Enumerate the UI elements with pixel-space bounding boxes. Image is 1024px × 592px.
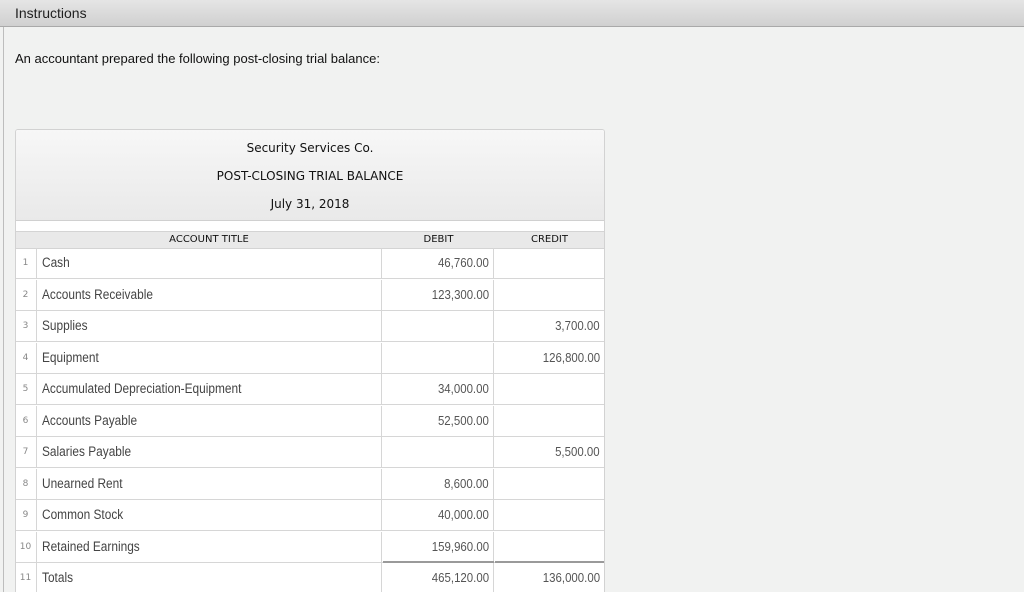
account-title-cell: Salaries Payable — [36, 437, 382, 467]
debit-cell[interactable]: 46,760.00 — [383, 248, 494, 278]
account-title-text: Accounts Receivable — [42, 286, 153, 302]
table-row: 5 Accumulated Depreciation-Equipment 34,00… — [16, 374, 604, 405]
debit-amount: 159,960.00 — [431, 538, 489, 554]
debit-amount: 465,120.00 — [431, 570, 489, 585]
debit-amount: 46,760.00 — [438, 255, 489, 270]
account-title-text: Totals — [42, 570, 74, 585]
credit-amount: 136,000.00 — [542, 570, 600, 585]
report-heading: Security Services Co. POST-CLOSING TRIAL… — [16, 130, 604, 221]
account-title-text: Equipment — [42, 349, 99, 365]
row-number: 8 — [22, 478, 29, 489]
account-title-text: Retained Earnings — [42, 538, 140, 554]
table-row: 9 Common Stock 40,000.00 — [16, 500, 604, 531]
row-number: 1 — [22, 258, 29, 268]
account-title-cell: Cash — [36, 248, 382, 278]
column-headers: ACCOUNT TITLE DEBIT CREDIT — [16, 231, 604, 249]
row-number: 9 — [22, 510, 29, 520]
debit-total-rule — [383, 561, 494, 563]
row-number: 11 — [19, 573, 32, 583]
col-account-title: ACCOUNT TITLE — [169, 234, 249, 245]
account-title-cell: Accounts Payable — [36, 405, 382, 436]
table-row: 3 Supplies 3,700.00 — [16, 311, 604, 342]
row-number: 3 — [22, 321, 29, 331]
credit-total-rule — [495, 561, 604, 563]
debit-cell[interactable] — [383, 342, 494, 373]
table-row: 7 Salaries Payable 5,500.00 — [16, 437, 604, 468]
account-title-cell: Accumulated Depreciation-Equipment — [36, 374, 382, 404]
account-title-text: Accounts Payable — [42, 412, 138, 428]
debit-cell[interactable]: 40,000.00 — [383, 500, 494, 530]
credit-cell[interactable] — [495, 469, 604, 499]
table-row: 4 Equipment 126,800.00 — [16, 342, 604, 374]
debit-cell[interactable] — [383, 311, 494, 341]
table-row: 1 Cash 46,760.00 — [16, 248, 604, 279]
debit-cell[interactable]: 52,500.00 — [383, 405, 494, 436]
account-title-cell: Totals — [36, 563, 382, 592]
panel-left-border — [3, 27, 4, 592]
account-title-cell: Supplies — [36, 311, 382, 341]
account-title-cell: Retained Earnings — [36, 531, 382, 562]
debit-amount: 52,500.00 — [438, 412, 489, 428]
credit-cell[interactable]: 5,500.00 — [495, 437, 604, 467]
row-number: 5 — [22, 384, 29, 394]
table-row: 8 Unearned Rent 8,600.00 — [16, 468, 604, 500]
debit-amount: 8,600.00 — [444, 475, 489, 491]
debit-cell[interactable]: 159,960.00 — [383, 531, 494, 562]
debit-cell[interactable]: 465,120.00 — [383, 563, 494, 592]
account-title-text: Salaries Payable — [42, 444, 132, 459]
col-credit: CREDIT — [530, 234, 568, 245]
table-row: 6 Accounts Payable 52,500.00 — [16, 405, 604, 437]
account-title-text: Supplies — [42, 318, 88, 333]
table-row: 10 Retained Earnings 159,960.00 — [16, 531, 604, 563]
row-number: 4 — [22, 352, 29, 363]
credit-amount: 5,500.00 — [555, 444, 600, 459]
debit-amount: 34,000.00 — [438, 381, 489, 396]
instructions-text: An accountant prepared the following pos… — [15, 51, 380, 66]
credit-cell[interactable] — [495, 374, 604, 404]
account-title-text: Common Stock — [42, 507, 124, 522]
debit-cell[interactable]: 34,000.00 — [383, 374, 494, 404]
credit-amount: 126,800.00 — [542, 349, 600, 365]
credit-cell[interactable] — [495, 500, 604, 530]
account-title-text: Unearned Rent — [42, 475, 123, 491]
instructions-title: Instructions — [15, 5, 87, 21]
account-title-cell: Unearned Rent — [36, 468, 382, 499]
col-debit: DEBIT — [423, 234, 454, 245]
debit-cell[interactable]: 8,600.00 — [383, 468, 494, 499]
row-number: 2 — [22, 289, 29, 300]
debit-amount: 123,300.00 — [431, 286, 489, 302]
debit-cell[interactable]: 123,300.00 — [383, 279, 494, 310]
account-title-cell: Accounts Receivable — [36, 279, 382, 310]
account-title-cell: Common Stock — [36, 500, 382, 530]
account-title-cell: Equipment — [36, 342, 382, 373]
account-title-text: Accumulated Depreciation-Equipment — [42, 381, 242, 396]
report-title: POST-CLOSING TRIAL BALANCE — [216, 169, 404, 183]
trial-balance-sheet: Security Services Co. POST-CLOSING TRIAL… — [15, 129, 605, 592]
account-title-text: Cash — [42, 255, 70, 270]
company-name: Security Services Co. — [246, 141, 374, 155]
instructions-header: Instructions — [0, 0, 1024, 27]
credit-cell[interactable]: 3,700.00 — [495, 311, 604, 341]
debit-amount: 40,000.00 — [438, 507, 489, 522]
credit-cell[interactable]: 126,800.00 — [495, 343, 604, 373]
credit-cell[interactable]: 136,000.00 — [495, 563, 604, 592]
credit-amount: 3,700.00 — [555, 318, 600, 333]
table-row: 11 Totals 465,120.00 136,000.00 — [16, 563, 604, 592]
credit-cell[interactable] — [495, 280, 604, 310]
row-number: 6 — [22, 415, 29, 426]
credit-cell[interactable] — [495, 406, 604, 436]
row-number: 7 — [22, 447, 29, 457]
report-date: July 31, 2018 — [270, 197, 350, 211]
credit-cell[interactable] — [495, 532, 604, 562]
credit-cell[interactable] — [495, 248, 604, 278]
table-row: 2 Accounts Receivable 123,300.00 — [16, 279, 604, 311]
debit-cell[interactable] — [383, 437, 494, 467]
row-number: 10 — [19, 541, 32, 552]
